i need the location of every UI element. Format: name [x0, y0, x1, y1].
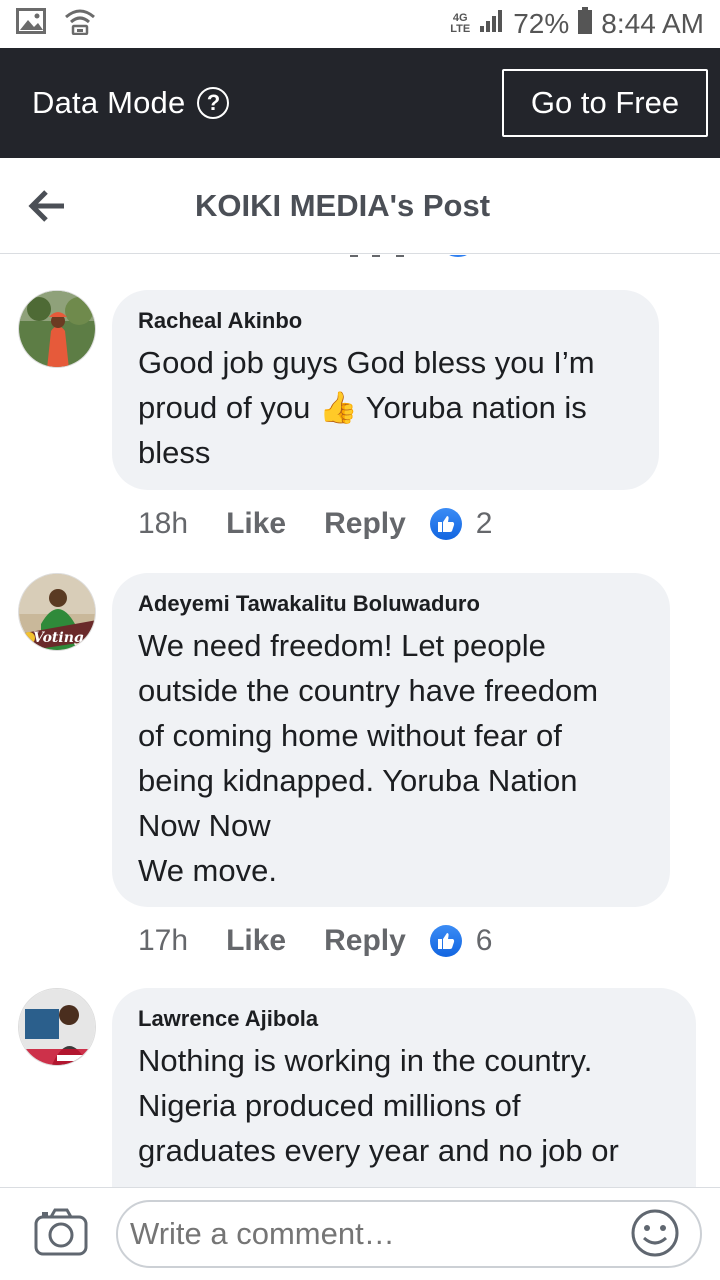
clock: 8:44 AM [601, 8, 704, 39]
svg-text:Voting: Voting [33, 630, 84, 646]
comment-bubble[interactable]: Adeyemi Tawakalitu Boluwaduro We need fr… [112, 573, 670, 907]
comment-author[interactable]: Lawrence Ajibola [138, 1006, 670, 1032]
reaction-count[interactable]: 6 [476, 924, 493, 958]
reply-button[interactable]: Reply [324, 507, 406, 541]
like-button[interactable]: Like [226, 924, 286, 958]
avatar[interactable] [18, 988, 96, 1066]
avatar[interactable] [18, 290, 96, 368]
signal-icon [479, 8, 505, 40]
comment-bubble[interactable]: Racheal Akinbo Good job guys God bless y… [112, 290, 659, 490]
thumbs-up-icon[interactable] [429, 508, 462, 540]
like-button[interactable]: Like [226, 507, 286, 541]
reaction-count[interactable]: 2 [476, 507, 493, 541]
battery-icon [577, 6, 593, 42]
reply-button[interactable]: Reply [324, 924, 406, 958]
camera-icon[interactable] [34, 1208, 88, 1256]
comment-time: 18h [138, 507, 189, 540]
previous-comment-actions [340, 255, 480, 263]
battery-percent: 72% [513, 8, 570, 39]
comment-bubble[interactable]: Lawrence Ajibola Nothing is working in t… [112, 988, 696, 1187]
post-header: KOIKI MEDIA's Post [0, 158, 720, 254]
network-4g-icon: 4G LTE [450, 12, 471, 35]
wifi-hotspot-icon [64, 7, 96, 42]
go-to-free-button[interactable]: Go to Free [502, 69, 708, 137]
screen: 4G LTE 72% 8:44 AM Data Mode ? Go to Fre… [0, 0, 720, 1280]
gallery-icon [16, 7, 46, 41]
comment-actions: 17h Like Reply 6 [138, 924, 492, 958]
comment-actions: 18h Like Reply 2 [138, 507, 492, 541]
comment-text: Good job guys God bless you I’m proud of… [138, 345, 595, 470]
thumbs-up-icon[interactable] [429, 925, 462, 957]
comment-input[interactable] [116, 1200, 702, 1268]
comment-text: We need freedom! Let people outside the … [138, 628, 599, 888]
data-mode-bar: Data Mode ? Go to Free [0, 48, 720, 158]
page-title: KOIKI MEDIA's Post [195, 188, 491, 223]
comment-time: 17h [138, 924, 189, 957]
help-icon[interactable]: ? [197, 87, 230, 119]
comment-author[interactable]: Adeyemi Tawakalitu Boluwaduro [138, 591, 644, 617]
comment-composer [0, 1187, 720, 1280]
comment-author[interactable]: Racheal Akinbo [138, 308, 633, 334]
comment-text: Nothing is working in the country. Niger… [138, 1043, 619, 1168]
status-bar: 4G LTE 72% 8:44 AM [0, 0, 720, 48]
comments-feed[interactable]: Racheal Akinbo Good job guys God bless y… [0, 255, 720, 1187]
emoji-icon[interactable] [630, 1208, 680, 1258]
data-mode-label: Data Mode [32, 85, 186, 120]
avatar[interactable]: Voting [18, 573, 96, 651]
